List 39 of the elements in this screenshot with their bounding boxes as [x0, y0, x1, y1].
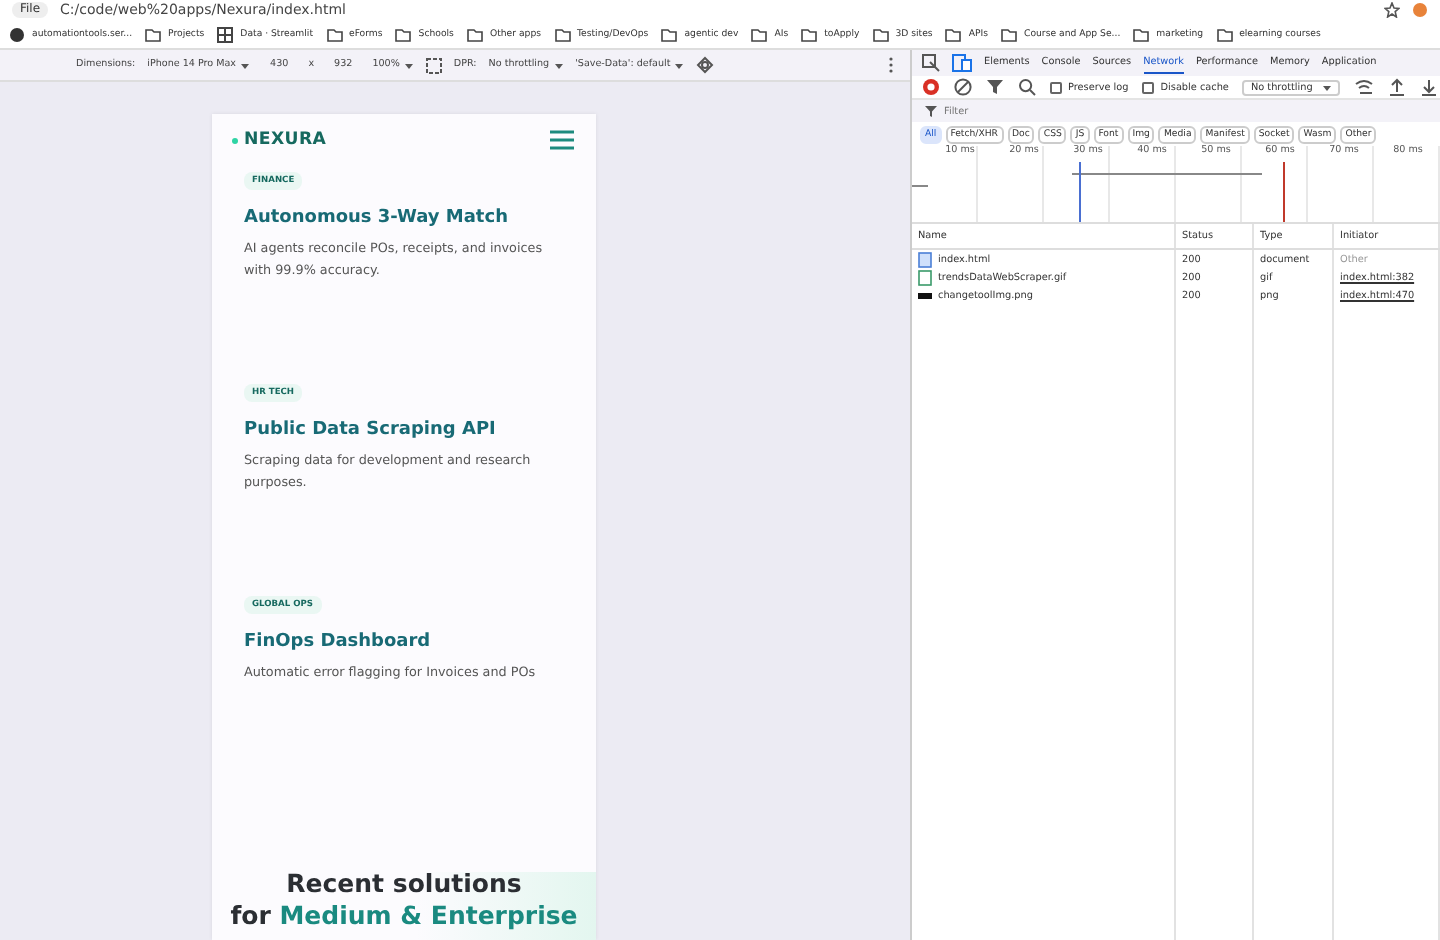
folder-icon [660, 25, 679, 43]
section-heading: Recent solutions for Medium & Enterprise [230, 868, 578, 934]
inspect-icon[interactable] [922, 54, 940, 72]
star-icon[interactable] [1384, 2, 1400, 18]
folder-icon [944, 25, 963, 43]
caret-icon [240, 61, 251, 69]
folder-icon [465, 25, 484, 43]
download-icon[interactable] [1420, 78, 1439, 96]
device-icon[interactable] [952, 54, 972, 72]
folder-icon [144, 25, 163, 43]
wifi-settings-icon[interactable] [1354, 78, 1375, 96]
card-title: Public Data Scraping API [244, 420, 496, 440]
folder-icon [1215, 25, 1234, 43]
image-icon [918, 287, 932, 303]
clear-icon[interactable] [954, 78, 972, 96]
folder-icon [800, 25, 819, 43]
grid-icon [216, 25, 235, 43]
folder-icon [1132, 25, 1151, 43]
caret-icon [1322, 83, 1333, 91]
menu-icon[interactable] [550, 130, 574, 150]
image-file-icon [918, 269, 932, 285]
folder-icon [325, 25, 343, 43]
document-icon [918, 251, 932, 267]
logo[interactable]: NEXURA [232, 130, 327, 150]
upload-icon[interactable] [1388, 78, 1407, 96]
filter-icon [924, 104, 938, 118]
more-options-icon[interactable] [888, 56, 894, 74]
folder-icon [1000, 25, 1018, 43]
card-title: FinOps Dashboard [244, 632, 431, 652]
search-icon[interactable] [1018, 78, 1036, 96]
folder-icon [750, 25, 769, 43]
card-title: Autonomous 3-Way Match [244, 208, 508, 228]
folder-icon [871, 25, 890, 43]
caret-icon [403, 61, 414, 69]
folder-icon [553, 25, 571, 43]
caret-icon [674, 61, 685, 69]
record-icon[interactable] [922, 78, 940, 96]
caret-icon [553, 61, 564, 69]
folder-icon [394, 25, 413, 43]
